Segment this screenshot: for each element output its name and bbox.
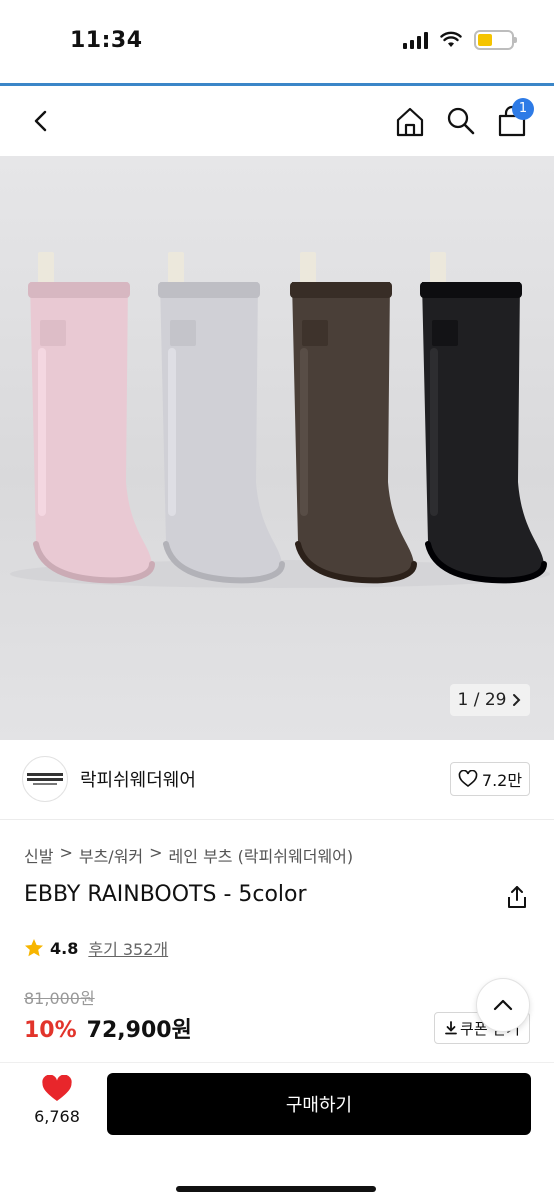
scroll-top-button[interactable] (476, 978, 530, 1032)
discount-rate: 10% (24, 1018, 77, 1043)
download-icon (445, 1021, 457, 1035)
sale-price: 72,900원 (86, 1018, 192, 1043)
heart-outline-icon (458, 770, 478, 788)
product-title: EBBY RAINBOOTS - 5color (24, 882, 307, 907)
battery-icon (474, 30, 517, 50)
breadcrumb: 신발 > 부츠/워커 > 레인 부츠 (락피쉬웨더웨어) (24, 843, 353, 867)
heart-filled-icon (42, 1075, 72, 1101)
product-image[interactable] (0, 156, 554, 740)
status-bar: 11:34 (0, 0, 554, 84)
rating-score: 4.8 (50, 938, 79, 958)
status-icons (403, 30, 517, 50)
chevron-right-icon (513, 694, 521, 706)
breadcrumb-item-3[interactable]: 레인 부츠 (락피쉬웨더웨어) (169, 843, 354, 867)
home-icon[interactable] (392, 104, 428, 140)
brand-row[interactable]: 락피쉬웨더웨어 7.2만 (0, 740, 554, 820)
buy-button[interactable]: 구매하기 (107, 1073, 531, 1135)
cart-badge: 1 (512, 98, 534, 120)
bottom-action-bar: 6,768 구매하기 (0, 1062, 554, 1200)
chevron-up-icon (493, 999, 513, 1011)
review-count-link[interactable]: 후기 352개 (88, 936, 168, 960)
boot-3 (290, 252, 417, 584)
share-icon[interactable] (504, 884, 530, 910)
search-icon[interactable] (444, 104, 478, 138)
brand-name[interactable]: 락피쉬웨더웨어 (80, 766, 196, 792)
original-price: 81,000원 (24, 989, 95, 1008)
wishlist-count: 6,768 (34, 1107, 80, 1126)
rating-row: 4.8 후기 352개 (24, 936, 168, 960)
wishlist-button[interactable]: 6,768 (28, 1075, 86, 1126)
boot-4 (420, 252, 547, 584)
brand-like-button[interactable]: 7.2만 (450, 762, 530, 796)
breadcrumb-separator: > (149, 843, 163, 862)
boots-illustration (10, 252, 550, 588)
star-icon (25, 939, 43, 957)
breadcrumb-item-1[interactable]: 신발 (24, 843, 53, 867)
breadcrumb-separator: > (59, 843, 73, 862)
wifi-icon (440, 31, 462, 47)
boot-1 (28, 252, 155, 584)
breadcrumb-item-2[interactable]: 부츠/워커 (79, 843, 143, 867)
image-counter-text: 1 / 29 (457, 690, 507, 710)
home-indicator (176, 1186, 376, 1192)
nav-bar (0, 86, 554, 156)
cellular-signal-icon (403, 31, 428, 49)
brand-logo-mark (27, 773, 63, 785)
brand-logo (22, 756, 68, 802)
status-time: 11:34 (70, 28, 143, 53)
battery-level (478, 34, 493, 46)
boot-2 (158, 252, 285, 584)
price-row: 10% 72,900원 (24, 1012, 192, 1044)
image-counter[interactable]: 1 / 29 (450, 684, 530, 716)
brand-like-count: 7.2만 (481, 771, 523, 790)
back-icon[interactable] (24, 104, 58, 138)
